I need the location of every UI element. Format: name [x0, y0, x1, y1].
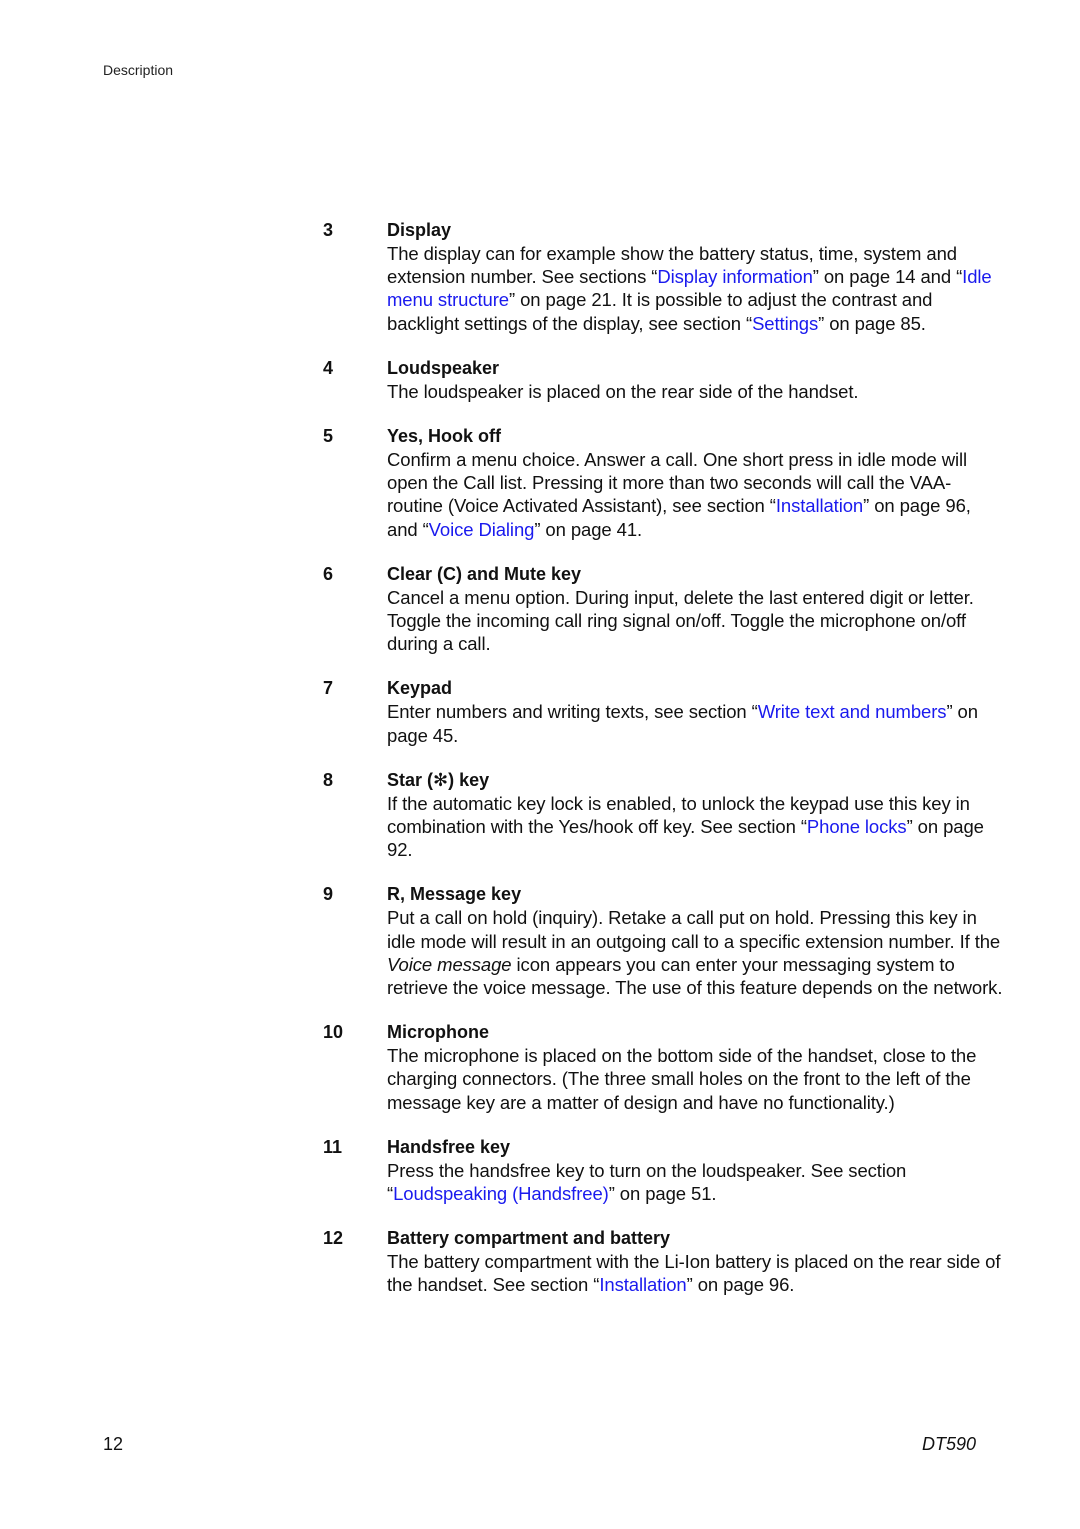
item-description: If the automatic key lock is enabled, to…: [387, 792, 1003, 862]
item-body: Yes, Hook off Confirm a menu choice. Answ…: [387, 425, 1003, 541]
item-description: Cancel a menu option. During input, dele…: [387, 586, 1003, 656]
item-body: Microphone The microphone is placed on th…: [387, 1021, 1003, 1114]
item-title: Display: [387, 220, 452, 240]
list-item: 11 Handsfree key Press the handsfree key t…: [323, 1136, 1003, 1205]
item-title: Handsfree key: [387, 1136, 511, 1157]
item-body: Display The display can for example show …: [387, 219, 1003, 335]
running-head: Description: [103, 62, 174, 78]
item-title: R, Message key: [387, 884, 522, 905]
item-title: Loudspeaker: [387, 357, 500, 378]
item-description: Put a call on hold (inquiry). Retake a c…: [387, 906, 1003, 999]
item-number: 11: [323, 1136, 343, 1157]
text-segment: ” on page 96.: [686, 1274, 795, 1296]
item-number: 12: [323, 1228, 344, 1249]
list-item: 5 Yes, Hook off Confirm a menu choice. Ans…: [323, 425, 1003, 541]
cross-reference-link[interactable]: Phone locks: [807, 816, 907, 837]
emphasized-text: Voice message: [387, 953, 512, 975]
item-description: Press the handsfree key to turn on the l…: [387, 1159, 1003, 1205]
item-number: 8: [323, 769, 334, 790]
cross-reference-link[interactable]: Display information: [657, 266, 813, 287]
document-title: DT590: [921, 1434, 976, 1454]
item-number: 3: [323, 220, 334, 240]
list-item: 9 R, Message key Put a call on hold (inqui…: [323, 883, 1003, 999]
list-item: 7 Keypad Enter numbers and writing texts, …: [323, 677, 1003, 746]
text-segment: ” on page 14 and “: [812, 266, 963, 288]
list-item: 10 Microphone The microphone is placed on …: [323, 1021, 1003, 1114]
cross-reference-link[interactable]: Loudspeaking (Handsfree): [393, 1183, 609, 1204]
item-title: Star (✻) key: [387, 769, 490, 790]
item-title: Battery compartment and battery: [387, 1228, 671, 1249]
item-list: 3 Display The display can for example show…: [323, 219, 1003, 1319]
list-item: 6 Clear (C) and Mute key Cancel a menu opt…: [323, 563, 1003, 656]
item-number: 5: [323, 426, 334, 447]
cross-reference-link[interactable]: Write text and numbers: [758, 701, 947, 722]
list-item: 8 Star (✻) key If the automatic key lock i…: [323, 769, 1003, 862]
item-body: Handsfree key Press the handsfree key to …: [387, 1136, 1003, 1205]
text-segment: ” on page 41.: [534, 518, 643, 540]
text-segment: Put a call on hold (inquiry). Retake a c…: [387, 907, 1001, 952]
text-segment: ” on page 85.: [818, 312, 926, 334]
item-body: Star (✻) key If the automatic key lock is…: [387, 769, 1003, 862]
item-number: 4: [323, 357, 334, 378]
item-body: Loudspeaker The loudspeaker is placed on …: [387, 357, 1003, 403]
item-title: Yes, Hook off: [387, 426, 502, 447]
item-description: The microphone is placed on the bottom s…: [387, 1044, 1003, 1114]
cross-reference-link[interactable]: Installation: [599, 1274, 686, 1295]
item-title: Clear (C) and Mute key: [387, 563, 582, 584]
text-segment: Cancel a menu option. During input, dele…: [387, 586, 974, 655]
item-description: The loudspeaker is placed on the rear si…: [387, 380, 1003, 403]
item-description: Confirm a menu choice. Answer a call. On…: [387, 448, 1003, 541]
page-number: 12: [103, 1434, 124, 1454]
cross-reference-link[interactable]: Settings: [752, 313, 818, 334]
item-number: 10: [323, 1022, 344, 1043]
list-item: 3 Display The display can for example show…: [323, 219, 1003, 335]
item-number: 6: [323, 563, 334, 584]
list-item: 4 Loudspeaker The loudspeaker is placed on…: [323, 357, 1003, 403]
cross-reference-link[interactable]: Installation: [776, 495, 863, 516]
item-body: Keypad Enter numbers and writing texts, s…: [387, 677, 1003, 746]
text-segment: Enter numbers and writing texts, see sec…: [387, 701, 758, 723]
item-description: The display can for example show the bat…: [387, 242, 1003, 335]
item-body: R, Message key Put a call on hold (inquir…: [387, 883, 1003, 999]
text-segment: ” on page 51.: [608, 1183, 717, 1205]
item-title: Microphone: [387, 1022, 489, 1043]
list-item: 12 Battery compartment and battery The bat…: [323, 1227, 1003, 1296]
item-title: Keypad: [387, 678, 453, 699]
item-description: Enter numbers and writing texts, see sec…: [387, 700, 1003, 746]
text-segment: The loudspeaker is placed on the rear si…: [387, 380, 859, 402]
item-description: The battery compartment with the Li-Ion …: [387, 1250, 1003, 1296]
item-number: 9: [323, 884, 334, 905]
cross-reference-link[interactable]: Voice Dialing: [429, 519, 535, 540]
item-number: 7: [323, 678, 334, 699]
text-segment: The microphone is placed on the bottom s…: [387, 1045, 977, 1113]
item-body: Clear (C) and Mute key Cancel a menu opti…: [387, 563, 1003, 656]
item-body: Battery compartment and battery The batte…: [387, 1227, 1003, 1296]
